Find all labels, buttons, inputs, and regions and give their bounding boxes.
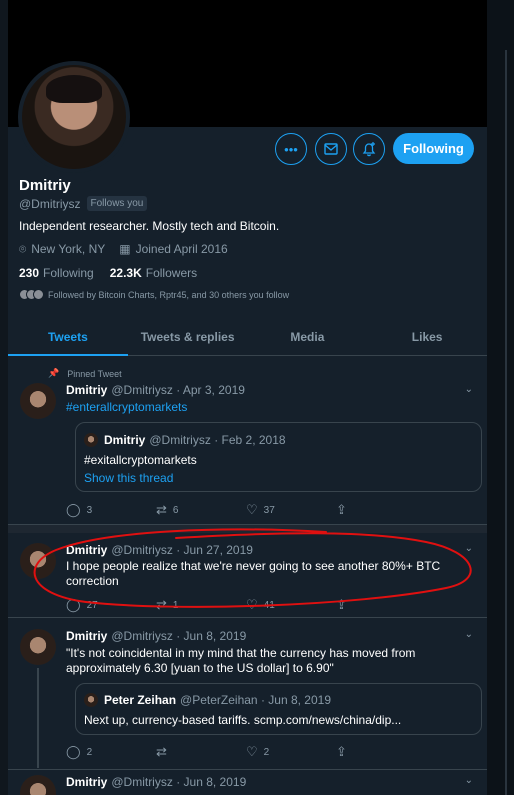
mail-icon [324,143,338,155]
share-icon: ⇪ [336,744,347,759]
chevron-down-icon[interactable]: ⌄ [465,629,473,640]
tweet-text: "It's not coincidental in my mind that t… [66,646,416,675]
chevron-down-icon[interactable]: ⌄ [465,543,473,554]
tab-likes[interactable]: Likes [367,318,487,355]
retweet-icon: ⇄ [156,597,167,612]
share-icon: ⇪ [336,597,347,612]
more-button[interactable]: ••• [275,133,307,165]
section-separator [8,525,487,533]
tweet-actions: ◯ 27 ⇄ 1 ♡ 41 ⇪ [66,597,426,613]
tab-media[interactable]: Media [248,318,368,355]
followers-link[interactable]: 22.3K Followers [110,266,197,280]
calendar-icon: ▦ [119,242,131,256]
heart-icon: ♡ [246,597,258,612]
like-button[interactable]: ♡ 41 [246,597,336,613]
more-icon: ••• [284,141,298,157]
share-button[interactable]: ⇪ [336,744,426,760]
show-thread-link[interactable]: Show this thread [84,471,173,485]
retweet-button[interactable]: ⇄ 6 [156,502,246,518]
quote-text: Next up, currency-based tariffs. scmp.co… [84,713,402,727]
thread-line [37,668,39,768]
tweet-header: Dmitriy @Dmitriysz · Jun 8, 2019 [66,775,247,789]
tweet-avatar[interactable] [20,629,56,665]
tweet-avatar[interactable] [20,775,56,795]
quote-header: Dmitriy @Dmitriysz · Feb 2, 2018 [104,433,286,447]
tab-tweets[interactable]: Tweets [8,318,128,356]
pin-icon: 📌 [48,368,60,378]
followed-by[interactable]: Followed by Bitcoin Charts, Rptr45, and … [19,289,289,300]
reply-icon: ◯ [66,597,81,612]
reply-button[interactable]: ◯ 3 [66,502,156,518]
message-button[interactable] [315,133,347,165]
quoted-tweet[interactable]: Dmitriy @Dmitriysz · Feb 2, 2018 #exitall… [75,422,482,492]
like-button[interactable]: ♡ 2 [246,744,336,760]
following-link[interactable]: 230 Following [19,266,94,280]
bell-plus-icon [362,142,376,157]
follows-you-badge: Follows you [86,196,148,211]
share-icon: ⇪ [336,502,347,517]
profile-meta: ⌾ New York, NY ▦ Joined April 2016 [19,242,228,257]
profile-counts: 230 Following 22.3K Followers [19,266,197,280]
tweet-header: Dmitriy @Dmitriysz · Jun 8, 2019 [66,629,247,643]
quote-avatar [84,433,98,447]
handle-row: @Dmitriysz Follows you [19,196,148,211]
right-gutter [487,0,514,795]
profile-bio: Independent researcher. Mostly tech and … [19,219,280,233]
profile-column: ••• Following Dmitriy @Dmitriysz Follows… [8,0,487,795]
scrollbar[interactable] [505,50,507,795]
chevron-down-icon[interactable]: ⌄ [465,775,473,786]
follower-avatars [19,289,44,300]
profile-joined: Joined April 2016 [135,242,228,256]
tweet-actions: ◯ 3 ⇄ 6 ♡ 37 ⇪ [66,502,426,518]
notifications-button[interactable] [353,133,385,165]
reply-icon: ◯ [66,502,81,517]
tweet-text: I hope people realize that we're never g… [66,559,441,588]
reply-icon: ◯ [66,744,81,759]
retweet-button[interactable]: ⇄ [156,744,246,760]
retweet-button[interactable]: ⇄ 1 [156,597,246,613]
heart-icon: ♡ [246,502,258,517]
share-button[interactable]: ⇪ [336,597,426,613]
location-icon: ⌾ [19,242,27,256]
profile-tabs: Tweets Tweets & replies Media Likes [8,318,487,356]
reply-button[interactable]: ◯ 27 [66,597,156,613]
profile-handle: @Dmitriysz [19,196,81,211]
retweet-icon: ⇄ [156,744,167,759]
profile-name: Dmitriy [19,177,71,194]
quoted-tweet[interactable]: Peter Zeihan @PeterZeihan · Jun 8, 2019 N… [75,683,482,735]
tweet-header: Dmitriy @Dmitriysz · Apr 3, 2019 [66,383,245,397]
quote-header: Peter Zeihan @PeterZeihan · Jun 8, 2019 [104,693,331,707]
reply-button[interactable]: ◯ 2 [66,744,156,760]
tweet-text[interactable]: #enterallcryptomarkets [66,400,476,415]
heart-icon: ♡ [246,744,258,759]
quote-avatar [84,693,98,707]
tweet-avatar[interactable] [20,383,56,419]
chevron-down-icon[interactable]: ⌄ [465,384,473,395]
following-button[interactable]: Following [393,133,474,164]
like-button[interactable]: ♡ 37 [246,502,336,518]
tweet-header: Dmitriy @Dmitriysz · Jun 27, 2019 [66,543,253,557]
profile-avatar[interactable] [18,61,130,173]
tweet-actions: ◯ 2 ⇄ ♡ 2 ⇪ [66,744,426,760]
tab-tweets-replies[interactable]: Tweets & replies [128,318,248,355]
quote-text: #exitallcryptomarkets [84,453,197,467]
retweet-icon: ⇄ [156,502,167,517]
tweet-avatar[interactable] [20,543,56,579]
pinned-label: 📌 Pinned Tweet [48,368,122,379]
profile-location: New York, NY [31,242,106,256]
share-button[interactable]: ⇪ [336,502,426,518]
